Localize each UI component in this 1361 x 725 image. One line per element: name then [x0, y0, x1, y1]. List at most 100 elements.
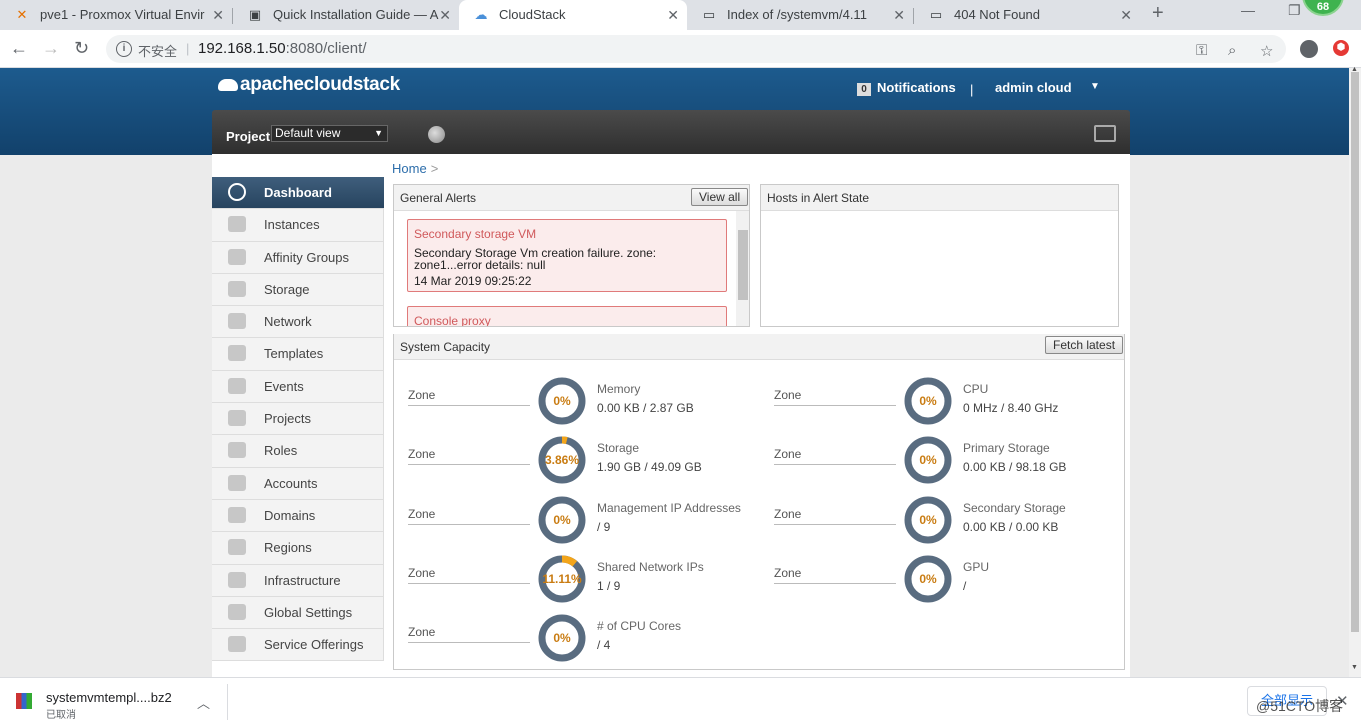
sidebar-item-label: Instances	[264, 217, 320, 233]
capacity-percent: 0%	[919, 512, 937, 527]
sidebar-item-label: Dashboard	[264, 185, 332, 200]
capacity-name: Management IP Addresses	[597, 500, 741, 515]
network-icon	[228, 313, 246, 330]
sidebar-item-label: Service Offerings	[264, 637, 364, 653]
tab-proxmox[interactable]: ✕ pve1 - Proxmox Virtual Envir ✕	[0, 0, 232, 30]
sidebar-item-label: Events	[264, 378, 304, 394]
proxmox-icon: ✕	[16, 7, 28, 22]
general-alerts-panel: General Alerts View all Secondary storag…	[393, 184, 750, 327]
close-tab-icon[interactable]: ✕	[893, 0, 905, 30]
capacity-name: Primary Storage	[963, 441, 1050, 456]
zone-label: Zone	[408, 447, 530, 466]
capacity-value: 0.00 KB / 2.87 GB	[597, 401, 694, 415]
address-bar-row: ← → ↻ i 不安全 | 192.168.1.50:8080/client/ …	[0, 30, 1361, 68]
browser-tab-bar: ✕ pve1 - Proxmox Virtual Envir ✕ ▣ Quick…	[0, 0, 1361, 30]
url-text[interactable]: 192.168.1.50:8080/client/	[198, 40, 366, 57]
sidebar-item-storage[interactable]: Storage	[212, 273, 384, 307]
capacity-name: Memory	[597, 382, 641, 396]
project-select[interactable]: Default view ▼	[271, 125, 388, 142]
key-icon[interactable]: ⚿	[1196, 42, 1207, 59]
capacity-percent: 0%	[919, 571, 937, 586]
caret-down-icon[interactable]: ▼	[1090, 81, 1100, 92]
alert-item[interactable]: Console proxy	[407, 306, 727, 326]
affinity-icon	[228, 248, 246, 265]
restore-icon[interactable]: ❐	[1288, 2, 1301, 19]
minimize-icon[interactable]: —	[1241, 2, 1255, 18]
download-status: 已取消	[46, 710, 76, 721]
page-icon: ▭	[702, 7, 716, 22]
sidebar-item-roles[interactable]: Roles	[212, 435, 384, 468]
sidebar-item-events[interactable]: Events	[212, 370, 384, 404]
back-icon[interactable]: ←	[10, 38, 28, 59]
url-field[interactable]: i 不安全 | 192.168.1.50:8080/client/ ⚿ ⌕ ☆	[106, 35, 1286, 63]
user-menu[interactable]: admin cloud	[995, 80, 1072, 95]
hosts-alert-panel: Hosts in Alert State	[760, 184, 1119, 327]
notifications-count: 0	[857, 83, 871, 96]
capacity-name: CPU	[963, 382, 989, 396]
tab-quick-install-guide[interactable]: ▣ Quick Installation Guide — A ✕	[233, 0, 459, 30]
close-tab-icon[interactable]: ✕	[667, 0, 679, 30]
info-icon[interactable]: i	[116, 41, 132, 57]
sidebar-item-service-offerings[interactable]: Service Offerings	[212, 629, 384, 662]
alerts-scrollbar[interactable]	[736, 211, 749, 326]
sidebar-item-global-settings[interactable]: Global Settings	[212, 596, 384, 630]
download-bar: systemvmtempl....bz2 已取消 ︿ 全部显示 ✕	[0, 677, 1361, 725]
main-panel: Dashboard Instances Affinity Groups Storage…	[212, 154, 1130, 677]
capacity-value: 1 / 9	[597, 578, 621, 593]
sidebar-item-domains[interactable]: Domains	[212, 499, 384, 533]
sidebar-item-regions[interactable]: Regions	[212, 532, 384, 565]
tab-404[interactable]: ▭ 404 Not Found ✕	[914, 0, 1140, 30]
close-tab-icon[interactable]: ✕	[212, 0, 224, 30]
capacity-percent: 11.11%	[542, 571, 582, 586]
sidebar-item-templates[interactable]: Templates	[212, 338, 384, 371]
zone-label: Zone	[774, 388, 896, 406]
capacity-name: Shared Network IPs	[597, 559, 704, 574]
templates-icon	[228, 345, 246, 362]
page-scrollbar[interactable]: ▲ ▼	[1349, 66, 1361, 677]
sidebar-item-label: Storage	[264, 281, 310, 297]
sidebar-item-accounts[interactable]: Accounts	[212, 467, 384, 500]
sidebar-item-label: Roles	[264, 443, 298, 459]
sidebar-item-infrastructure[interactable]: Infrastructure	[212, 564, 384, 597]
zoom-icon[interactable]: ⌕	[1228, 42, 1236, 59]
extension-badge[interactable]: 68	[1302, 0, 1344, 16]
sidebar-item-instances[interactable]: Instances	[212, 209, 384, 242]
notifications-button[interactable]: 0 Notifications	[857, 80, 956, 96]
alert-item[interactable]: Secondary storage VM Secondary Storage V…	[407, 219, 727, 292]
tab-cloudstack[interactable]: ☁ CloudStack ✕	[459, 0, 687, 30]
zone-label: Zone	[774, 447, 896, 466]
extension-icon[interactable]: ⬢	[1333, 40, 1349, 56]
system-capacity-panel: System Capacity Fetch latest Zone 0% Memor…	[393, 334, 1125, 670]
reload-icon[interactable]: ↻	[74, 38, 89, 59]
zone-label: Zone	[408, 566, 530, 584]
close-tab-icon[interactable]: ✕	[1120, 0, 1132, 30]
bookmark-star-icon[interactable]: ☆	[1260, 42, 1273, 60]
profile-avatar-icon[interactable]	[1300, 40, 1318, 58]
capacity-value: 0.00 KB / 0.00 KB	[963, 519, 1059, 534]
system-capacity-title: System Capacity	[394, 334, 1124, 360]
project-label: Project	[226, 129, 271, 144]
sidebar-item-dashboard[interactable]: Dashboard	[212, 177, 384, 210]
globe-icon	[228, 539, 246, 556]
capacity-item: Zone 0% Primary Storage 0.00 KB / 98.18 GB	[760, 435, 1120, 491]
breadcrumb[interactable]: Home >	[392, 161, 438, 176]
capacity-name: GPU	[963, 559, 990, 574]
view-all-button[interactable]: View all	[691, 188, 749, 206]
globe-icon[interactable]	[428, 126, 445, 143]
capacity-percent: 0%	[919, 453, 937, 468]
sidebar-item-projects[interactable]: Projects	[212, 403, 384, 436]
chevron-up-icon[interactable]: ︿	[197, 693, 210, 712]
new-tab-button[interactable]: +	[1152, 2, 1164, 25]
certificate-icon[interactable]	[1094, 125, 1116, 142]
capacity-percent: 0%	[919, 394, 937, 408]
sidebar-item-affinity-groups[interactable]: Affinity Groups	[212, 241, 384, 274]
close-tab-icon[interactable]: ✕	[439, 0, 451, 30]
tab-index-systemvm[interactable]: ▭ Index of /systemvm/4.11 ✕	[687, 0, 913, 30]
forward-icon[interactable]: →	[42, 38, 60, 59]
zone-label: Zone	[408, 507, 530, 525]
sidebar-item-network[interactable]: Network	[212, 306, 384, 339]
sidebar-item-label: Affinity Groups	[264, 249, 350, 265]
fetch-latest-button[interactable]: Fetch latest	[1045, 336, 1124, 354]
cloudstack-logo[interactable]: apachecloudstack	[218, 74, 400, 96]
download-filename[interactable]: systemvmtempl....bz2	[46, 690, 172, 705]
